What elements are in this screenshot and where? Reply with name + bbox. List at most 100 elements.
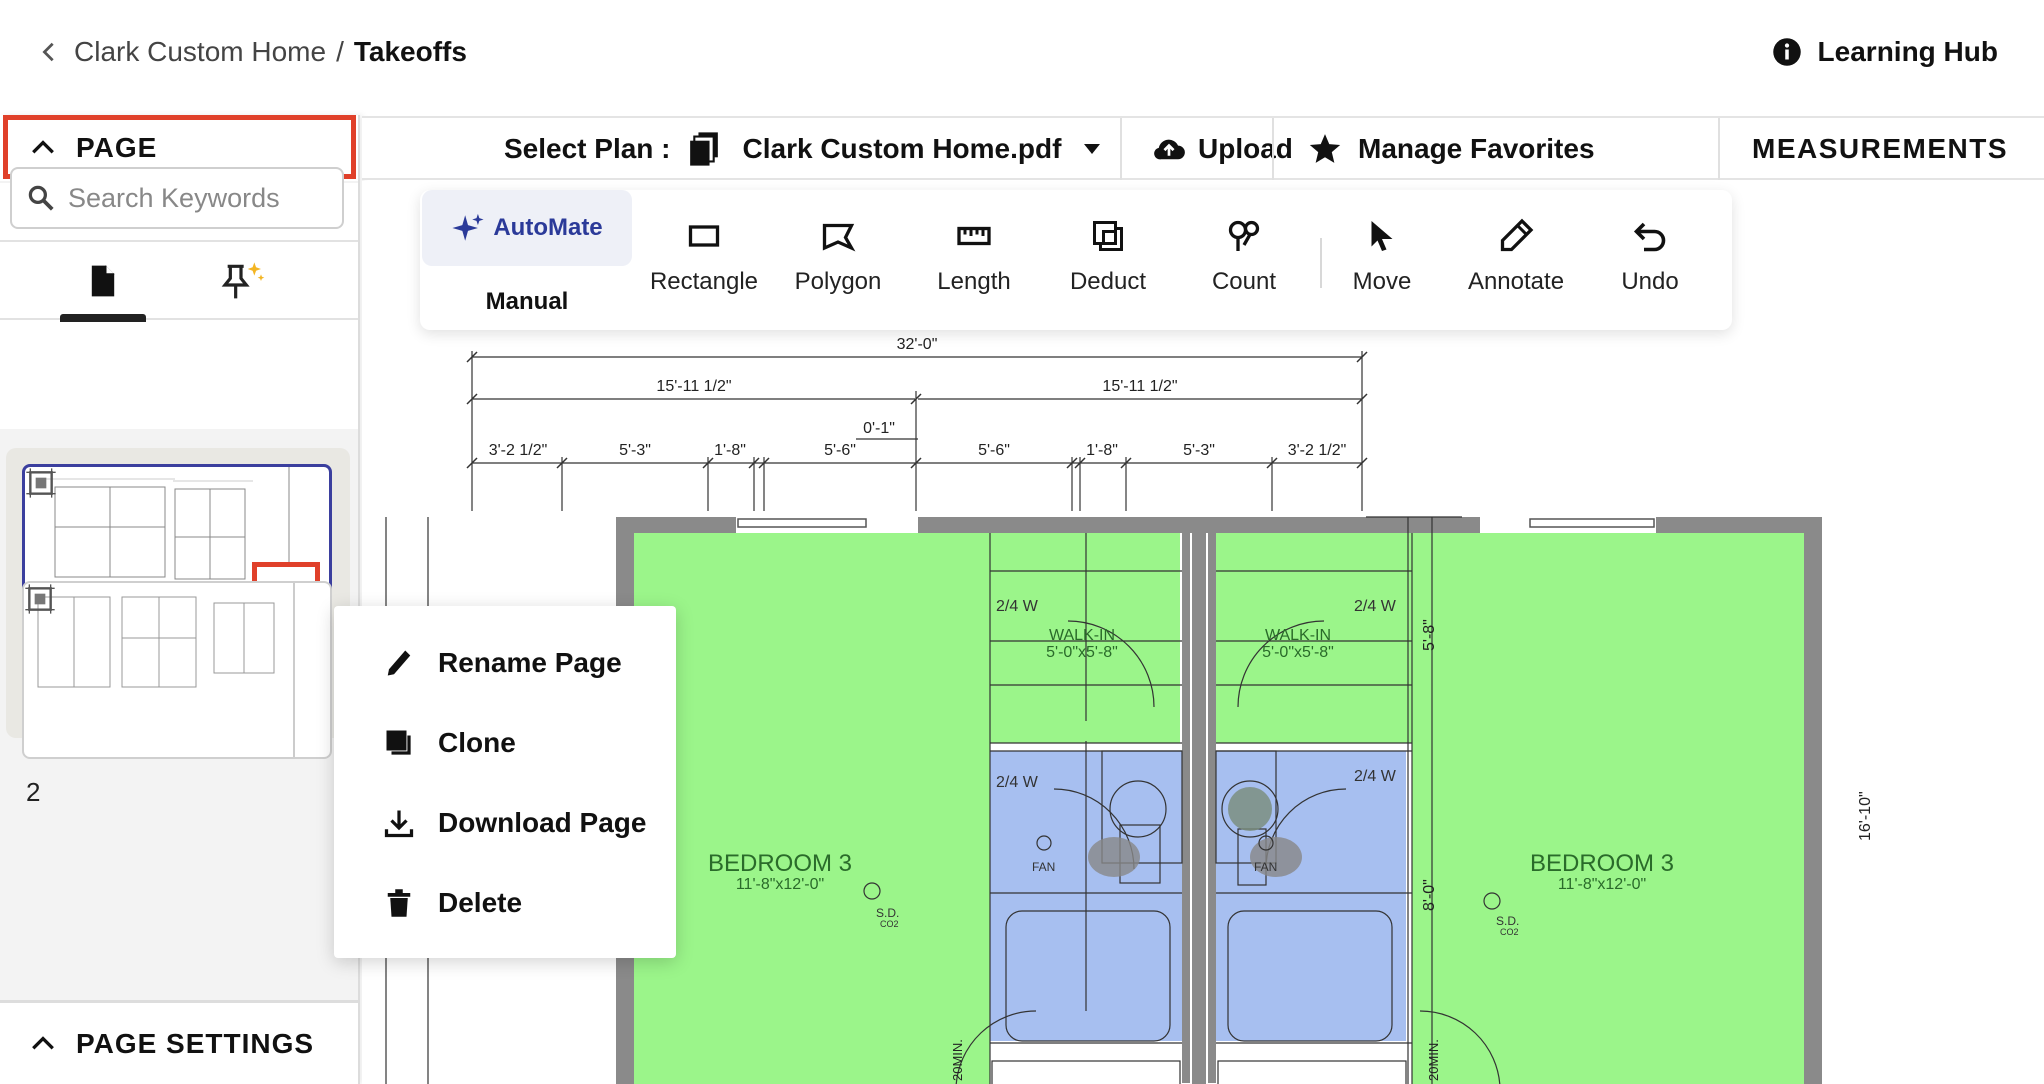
sidebar-tabs: [0, 240, 358, 322]
menu-item-clone[interactable]: Clone: [334, 708, 676, 778]
chevron-left-icon[interactable]: [38, 41, 60, 63]
deduct-icon: [1093, 221, 1123, 251]
tab-pages[interactable]: [58, 242, 148, 322]
tool-undo[interactable]: Undo: [1590, 212, 1710, 312]
manage-favorites-label: Manage Favorites: [1358, 133, 1595, 164]
polygon-icon: [822, 223, 856, 252]
room-name-right: BEDROOM 3: [1530, 850, 1674, 877]
tool-length[interactable]: Length: [914, 212, 1034, 312]
dim-right-half: 15'-11 1/2": [1102, 378, 1177, 395]
dim-seg: 5'-6": [978, 442, 1010, 459]
tool-label: Rectangle: [649, 268, 759, 295]
upload-label: Upload: [1198, 133, 1293, 164]
menu-item-label: Delete: [438, 887, 523, 918]
dim-8-0: 8'-0": [1421, 879, 1438, 911]
dim-gap: 0'-1": [863, 420, 895, 437]
divider: [1120, 118, 1122, 180]
dim-seg: 5'-3": [619, 442, 651, 459]
walkin-name-right: WALK-IN: [1265, 627, 1331, 644]
fan-label: FAN: [1032, 860, 1055, 874]
scale-icon: [25, 584, 55, 614]
menu-item-label: Rename Page: [438, 647, 622, 678]
tool-rectangle[interactable]: Rectangle: [644, 212, 764, 312]
room-name-left: BEDROOM 3: [708, 850, 852, 877]
dim-5-8: 5'-8": [1421, 619, 1438, 651]
divider: [1272, 118, 1274, 180]
tool-label: Undo: [1621, 268, 1679, 295]
dim-seg: 3'-2 1/2": [1288, 442, 1347, 459]
tool-annotate[interactable]: Annotate: [1456, 212, 1576, 312]
dim-left-half: 15'-11 1/2": [656, 378, 731, 395]
pencil-icon: [387, 650, 411, 676]
dim-overall: 32'-0": [897, 336, 938, 353]
plan-toolbar: Select Plan : Clark Custom Home.pdf Uplo…: [362, 116, 2044, 180]
dim-seg: 1'-8": [1086, 442, 1118, 459]
menu-item-delete[interactable]: Delete: [334, 868, 676, 938]
manage-favorites-button[interactable]: Manage Favorites: [1308, 118, 1595, 180]
undo-icon: [1633, 222, 1666, 252]
door-label: 2/4 W: [1354, 598, 1397, 615]
dim-seg: 3'-2 1/2": [489, 442, 548, 459]
top-header: Clark Custom Home / Takeoffs Learning Hu…: [0, 0, 2044, 110]
tool-deduct[interactable]: Deduct: [1048, 212, 1168, 312]
breadcrumb-separator: /: [336, 36, 344, 67]
room-size-right: 11'-8"x12'-0": [1558, 876, 1646, 893]
walkin-size-right: 5'-0"x5'-8": [1262, 644, 1334, 661]
area-bedroom-left: [634, 533, 990, 1084]
tool-label: Deduct: [1069, 268, 1147, 295]
plan-selector[interactable]: Select Plan : Clark Custom Home.pdf: [504, 118, 1101, 180]
tool-label: Move: [1352, 268, 1412, 295]
menu-item-label: Clone: [438, 727, 516, 758]
rectangle-icon: [688, 225, 720, 247]
tool-label: Polygon: [794, 268, 882, 295]
pen-icon: [1500, 218, 1534, 252]
automate-button[interactable]: AutoMate: [422, 190, 632, 266]
menu-item-label: Download Page: [438, 807, 647, 838]
chevron-up-icon: [32, 1035, 54, 1049]
cloud-upload-icon: [1154, 139, 1185, 160]
breadcrumb: Clark Custom Home / Takeoffs: [38, 36, 467, 68]
page-sidebar: PAGE Search Keywords 2 PAGE SETTINGS: [0, 115, 360, 1084]
page-settings-header[interactable]: PAGE SETTINGS: [0, 1000, 358, 1084]
tab-pinned[interactable]: [196, 242, 286, 320]
area-bedroom-right: [1412, 533, 1804, 1084]
learning-hub-link[interactable]: Learning Hub: [1772, 36, 1998, 68]
co2-label: CO2: [880, 919, 899, 929]
active-tab-indicator: [60, 314, 146, 322]
divider: [1718, 118, 1720, 180]
scale-icon: [26, 468, 56, 498]
page-thumbnail-card[interactable]: 2: [6, 581, 350, 807]
select-plan-label: Select Plan :: [504, 133, 671, 164]
sd-label: S.D.: [876, 906, 899, 920]
tool-polygon[interactable]: Polygon: [778, 212, 898, 312]
breadcrumb-project[interactable]: Clark Custom Home: [74, 36, 326, 68]
tool-move[interactable]: Move: [1322, 212, 1442, 312]
manual-button[interactable]: Manual: [422, 282, 632, 322]
ruler-icon: [957, 226, 991, 246]
search-input[interactable]: [68, 182, 328, 214]
tool-count[interactable]: Count: [1184, 212, 1304, 312]
dim-right: 16'-10": [1857, 791, 1874, 841]
menu-item-rename-page[interactable]: Rename Page: [334, 628, 676, 698]
dim-20min: 20MIN.: [1426, 1039, 1441, 1081]
tool-label: Length: [937, 268, 1011, 295]
automate-label: AutoMate: [493, 214, 603, 241]
sd-label: S.D.: [1496, 914, 1519, 928]
measurements-tab[interactable]: MEASUREMENTS: [1752, 118, 2008, 180]
page-thumbnail[interactable]: [22, 581, 332, 759]
door-label: 2/4 W: [996, 598, 1039, 615]
learning-hub-label: Learning Hub: [1817, 36, 1998, 67]
search-icon: [28, 185, 54, 211]
co2-label: CO2: [1500, 927, 1519, 937]
pin-sparkle-icon: [221, 262, 265, 299]
fan-label: FAN: [1254, 860, 1277, 874]
door-label: 2/4 W: [996, 774, 1039, 791]
info-icon: [1772, 38, 1801, 66]
door-label: 2/4 W: [1354, 768, 1397, 785]
plan-file-name: Clark Custom Home.pdf: [742, 133, 1062, 164]
search-field[interactable]: [10, 167, 344, 229]
dim-seg: 5'-3": [1183, 442, 1215, 459]
page-number: 2: [26, 777, 41, 807]
count-icon: [1228, 220, 1260, 251]
menu-item-download-page[interactable]: Download Page: [334, 788, 676, 858]
